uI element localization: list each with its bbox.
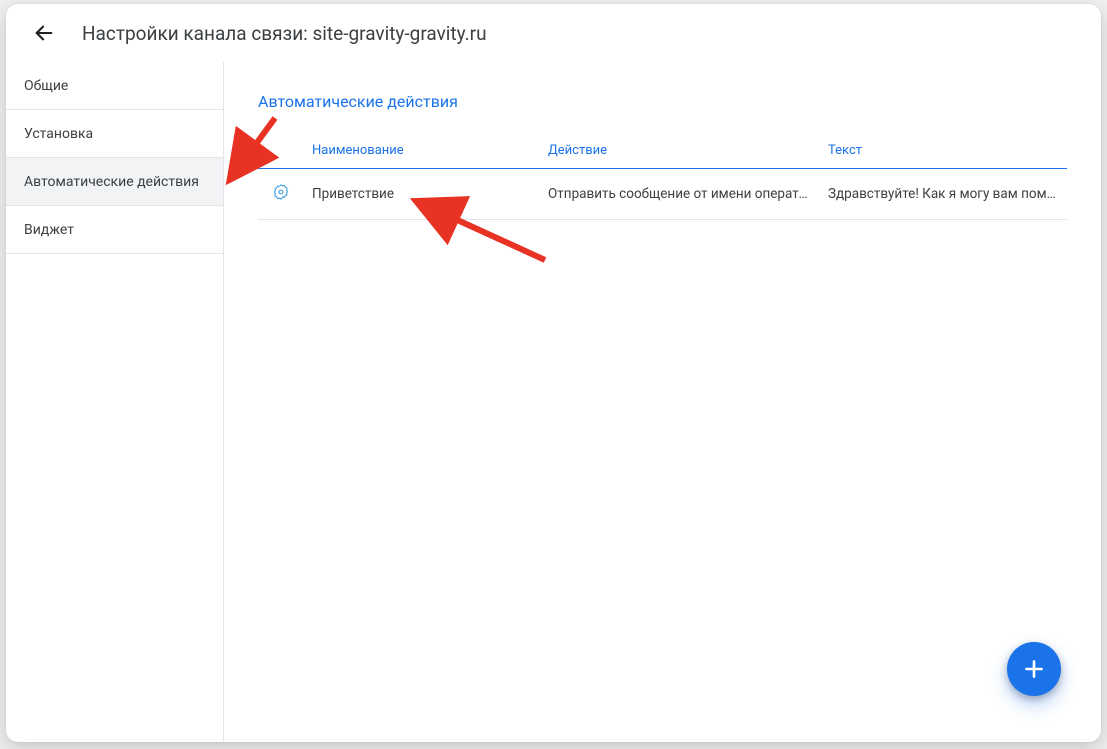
arrow-left-icon [33,22,55,44]
sidebar-item-label: Общие [24,78,68,94]
back-button[interactable] [28,17,60,49]
cell-text: Здравствуйте! Как я могу вам помо… [820,169,1067,220]
sidebar-item-label: Виджет [24,222,74,238]
page-title: Настройки канала связи: site-gravity-gra… [82,22,487,45]
table-row[interactable]: Приветствие Отправить сообщение от имени… [258,169,1067,220]
sidebar-item-label: Установка [24,126,93,142]
section-title: Автоматические действия [258,92,1067,111]
actions-table: Наименование Действие Текст [258,133,1067,220]
automation-icon [272,183,290,201]
cell-name: Приветствие [304,169,540,220]
sidebar-item-label: Автоматические действия [24,174,199,190]
main-panel: Автоматические действия Наименование Дей… [224,62,1101,742]
sidebar-item-automatic-actions[interactable]: Автоматические действия [6,158,223,206]
column-header-icon [258,133,304,169]
header: Настройки канала связи: site-gravity-gra… [6,4,1101,62]
plus-icon [1021,656,1047,682]
add-action-button[interactable] [1007,642,1061,696]
row-icon-cell [258,169,304,220]
column-header-text[interactable]: Текст [820,133,1067,169]
column-header-action[interactable]: Действие [540,133,820,169]
sidebar-item-widget[interactable]: Виджет [6,206,223,254]
sidebar: Общие Установка Автоматические действия … [6,62,224,742]
sidebar-item-general[interactable]: Общие [6,62,223,110]
column-header-name[interactable]: Наименование [304,133,540,169]
sidebar-item-install[interactable]: Установка [6,110,223,158]
cell-action: Отправить сообщение от имени оператора [540,169,820,220]
